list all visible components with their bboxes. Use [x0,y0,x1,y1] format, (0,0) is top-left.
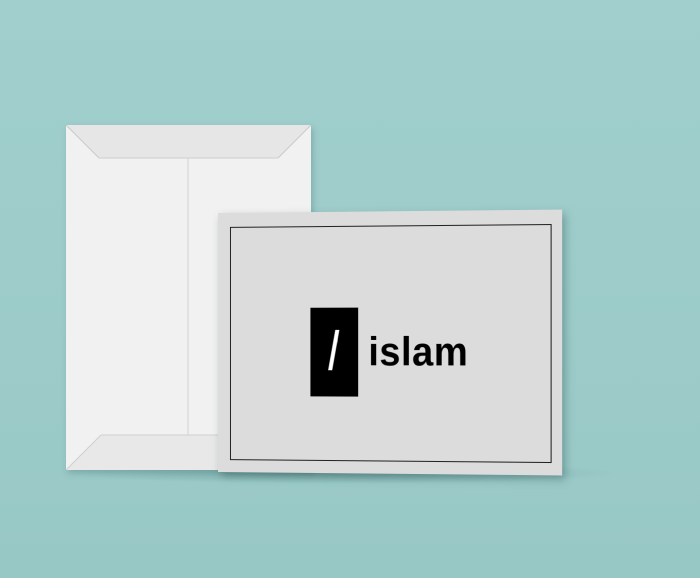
logo-block [310,307,359,397]
logo: islam [310,307,468,397]
slash-glyph [328,329,340,371]
greeting-card: islam [218,209,563,476]
logo-wordmark: islam [368,329,469,375]
